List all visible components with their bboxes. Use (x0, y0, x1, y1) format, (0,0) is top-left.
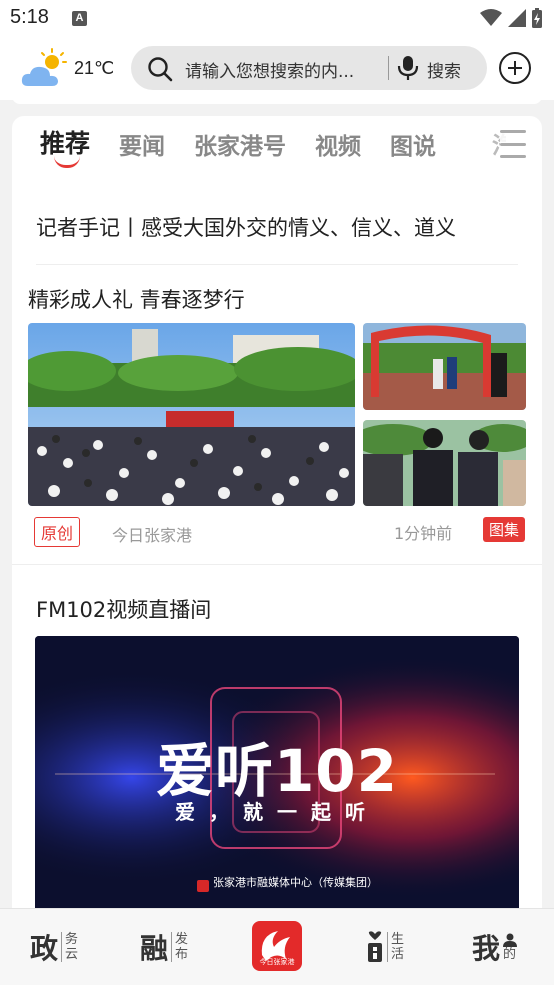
bottom-nav: 政 务 云 融 发 布 今日张家港 生 活 我 的 (0, 908, 554, 985)
nav-small-top: 发 (175, 932, 189, 947)
search-bar[interactable]: 请输入您想搜索的内... 搜索 (131, 46, 487, 90)
gate-photo-image[interactable] (363, 323, 526, 410)
nav-release[interactable]: 融 发 布 (140, 925, 188, 969)
status-time: 5:18 (10, 6, 49, 28)
status-bar: 5:18 A (0, 0, 554, 40)
nav-small-label: 生 活 (387, 932, 404, 962)
banner-subtitle: 爱，就一起听 (175, 800, 379, 824)
signal-icon (508, 9, 526, 27)
channel-menu-icon[interactable] (500, 130, 526, 158)
live-room-title[interactable]: FM102视频直播间 (36, 594, 211, 624)
nav-big-label: 融 (140, 932, 169, 965)
article-time: 1分钟前 (394, 524, 453, 543)
article-title[interactable]: 精彩成人礼 青春逐梦行 (28, 284, 245, 314)
tab-recommend[interactable]: 推荐 (40, 124, 90, 172)
nav-small-label: 的 (503, 933, 518, 962)
partly-sunny-icon[interactable] (20, 48, 70, 90)
microphone-icon[interactable] (396, 55, 420, 81)
tab-gallery[interactable]: 图说 (390, 124, 436, 172)
status-icons (480, 8, 542, 28)
temperature: 21℃ (74, 58, 115, 78)
search-button[interactable]: 搜索 (427, 57, 461, 82)
notification-a-icon: A (72, 11, 87, 26)
nav-small-label: 发 布 (171, 932, 188, 962)
tab-video[interactable]: 视频 (315, 124, 361, 172)
article-source: 今日张家港 (112, 526, 193, 545)
nav-mine[interactable]: 我 的 (472, 925, 518, 969)
search-input[interactable]: 请输入您想搜索的内... (185, 57, 379, 82)
article-meta: 原创 今日张家港 1分钟前 图集 (34, 516, 528, 550)
tab-label: 推荐 (40, 129, 91, 158)
feed-card: 推荐 要闻 张家港号 视频 图说 汽 记者手记丨感受大国外交的情义、信义、道义 … (12, 116, 542, 908)
tab-news[interactable]: 要闻 (119, 124, 165, 172)
life-icon (368, 931, 382, 962)
nav-big-label: 我 (472, 932, 501, 965)
nav-small-bottom: 活 (391, 947, 405, 962)
logo-text: 今日张家港 (259, 958, 295, 966)
ceremony-crowd-image[interactable] (28, 323, 355, 506)
tab-zjg-account[interactable]: 张家港号 (194, 124, 286, 172)
channel-tabs: 推荐 要闻 张家港号 视频 图说 (40, 124, 465, 172)
nav-small-bottom: 的 (503, 946, 517, 962)
active-tab-indicator (54, 156, 80, 168)
battery-icon (532, 8, 542, 28)
top-strip (12, 96, 542, 104)
header: 21℃ 请输入您想搜索的内... 搜索 (0, 40, 554, 96)
wifi-icon (480, 9, 502, 26)
nav-gov-cloud[interactable]: 政 务 云 (30, 925, 78, 969)
nav-small-top: 务 (65, 932, 79, 947)
nav-big-label: 政 (30, 932, 59, 965)
banner-footer: 张家港市融媒体中心（传媒集团） (213, 876, 378, 889)
original-badge: 原创 (34, 517, 81, 547)
nav-small-bottom: 云 (65, 947, 79, 962)
divider (36, 264, 518, 265)
gallery-badge: 图集 (483, 517, 526, 542)
nav-small-bottom: 布 (175, 947, 189, 962)
divider (12, 564, 542, 565)
nav-small-label: 务 云 (61, 932, 78, 962)
user-icon (503, 933, 518, 947)
headline-news[interactable]: 记者手记丨感受大国外交的情义、信义、道义 (36, 212, 456, 242)
nav-home-logo[interactable]: 今日张家港 (252, 921, 302, 971)
add-button[interactable] (499, 52, 531, 84)
badge-pinning-image[interactable] (363, 420, 526, 506)
search-divider (388, 56, 389, 80)
nav-small-top: 生 (391, 932, 405, 947)
live-banner[interactable]: 爱听102 爱，就一起听 张家港市融媒体中心（传媒集团） (35, 636, 519, 908)
nav-life[interactable]: 生 活 (366, 925, 404, 969)
search-icon (148, 57, 173, 82)
